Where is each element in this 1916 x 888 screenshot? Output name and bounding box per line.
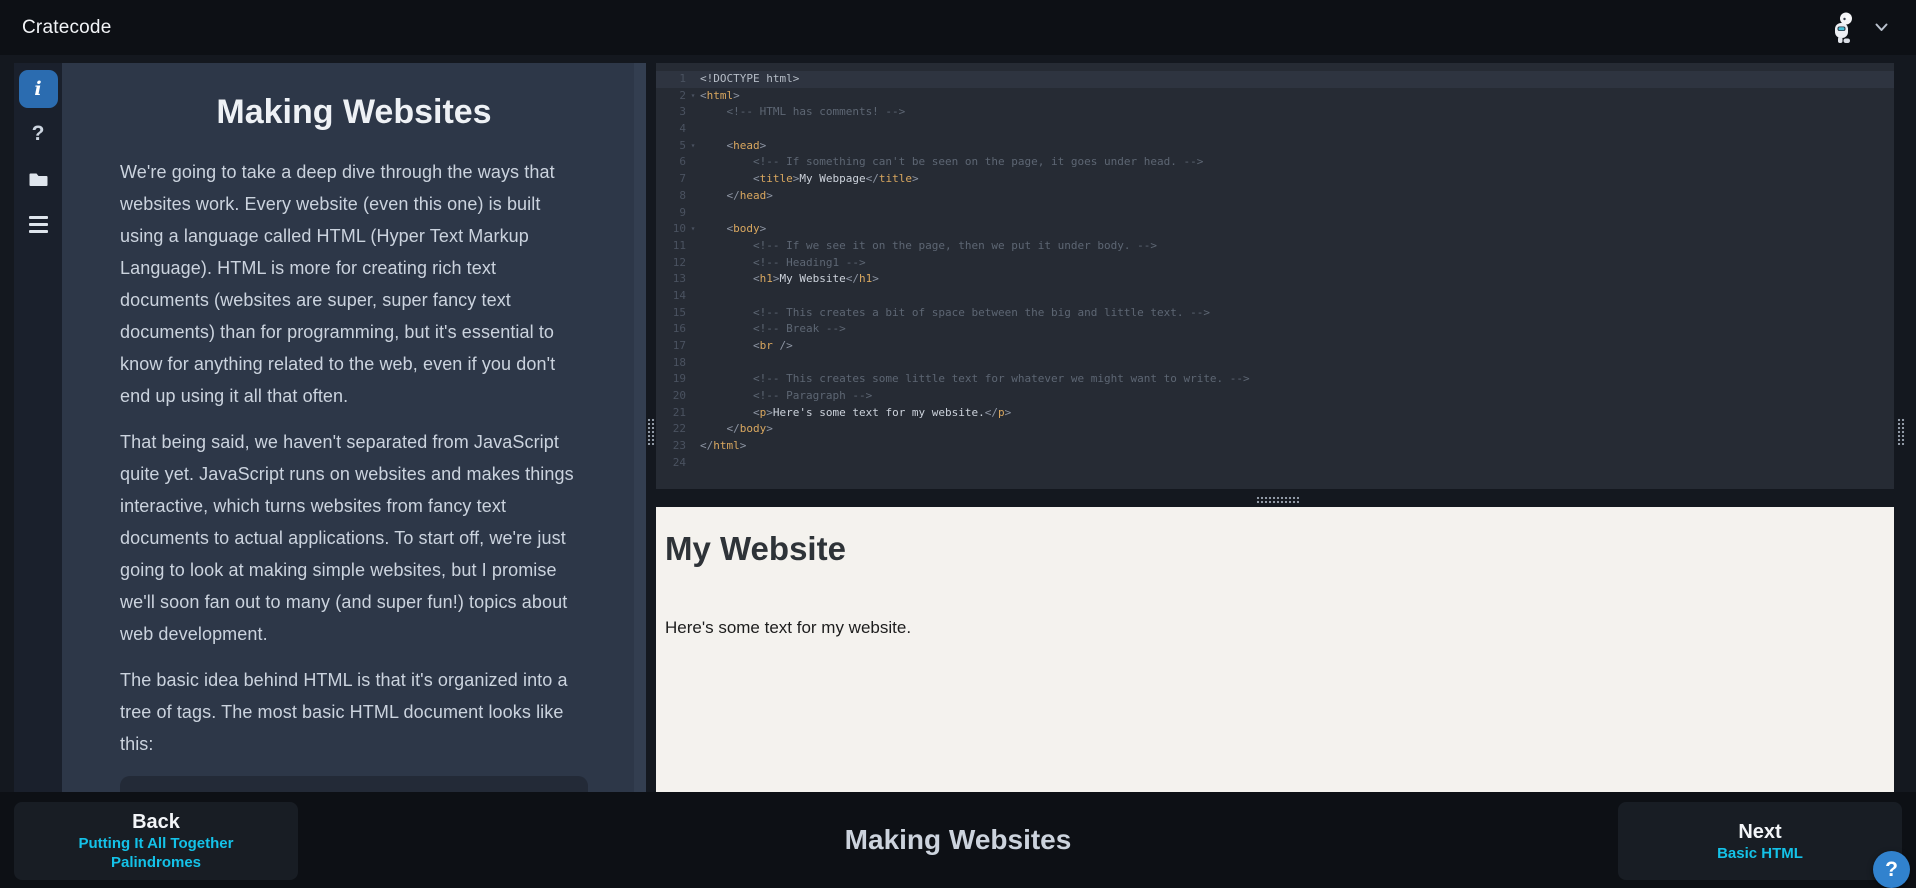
hamburger-menu-icon xyxy=(28,215,48,233)
help-button[interactable]: ? xyxy=(1873,851,1910,888)
fold-arrow-icon[interactable]: ▾ xyxy=(686,221,700,238)
lesson-code-block: <!DOCTYPE html> xyxy=(120,776,588,792)
code-line[interactable]: 17 <br /> xyxy=(656,338,1894,355)
question-mark-icon: ? xyxy=(31,122,45,145)
code-editor[interactable]: 1 <!DOCTYPE html> 2 ▾ <html> 3 <!-- HTML has … xyxy=(656,63,1894,489)
line-number: 17 xyxy=(672,339,686,352)
code-line[interactable]: 3 <!-- HTML has comments! --> xyxy=(656,104,1894,121)
back-label: Back xyxy=(132,811,180,833)
lesson-paragraph: The basic idea behind HTML is that it's … xyxy=(120,670,568,754)
lesson-title: Making Websites xyxy=(216,93,492,131)
line-number: 19 xyxy=(672,372,686,386)
user-avatar[interactable] xyxy=(1827,11,1859,45)
code-line[interactable]: 20 <!-- Paragraph --> xyxy=(656,388,1894,405)
top-navbar: Cratecode xyxy=(0,0,1916,55)
line-number: 11 xyxy=(672,238,686,252)
code-line[interactable]: 23 </html> xyxy=(656,438,1894,455)
line-number: 13 xyxy=(672,272,686,286)
chevron-down-icon[interactable] xyxy=(1875,23,1888,32)
line-number: 12 xyxy=(672,255,686,269)
sidebar-item-help[interactable]: ? xyxy=(19,115,58,153)
code-line[interactable]: 19 <!-- This creates some little text fo… xyxy=(656,371,1894,388)
line-number: 5 xyxy=(679,138,686,152)
next-link-lesson[interactable]: Basic HTML xyxy=(1717,845,1803,863)
panel-resize-grip-left[interactable] xyxy=(647,418,655,445)
line-number: 24 xyxy=(672,455,686,469)
code-line[interactable]: 22 </body> xyxy=(656,421,1894,438)
line-number: 23 xyxy=(672,439,686,453)
line-number: 21 xyxy=(672,405,686,419)
code-line[interactable]: 5 ▾ <head> xyxy=(656,138,1894,155)
lesson-paragraph: We're going to take a deep dive through … xyxy=(120,162,556,406)
sidebar-item-info[interactable]: i xyxy=(18,70,58,108)
code-line[interactable]: 6 <!-- If something can't be seen on the… xyxy=(656,154,1894,171)
line-number: 3 xyxy=(679,105,686,119)
lesson-scrollbar[interactable] xyxy=(634,63,646,792)
line-number: 9 xyxy=(679,205,686,219)
code-line[interactable]: 4 xyxy=(656,121,1894,138)
line-number: 8 xyxy=(679,188,686,202)
panel-resize-grip-right[interactable] xyxy=(1897,418,1905,445)
code-line[interactable]: 7 <title>My Webpage</title> xyxy=(656,171,1894,188)
code-line[interactable]: 13 <h1>My Website</h1> xyxy=(656,271,1894,288)
back-link-lesson[interactable]: Palindromes xyxy=(111,854,201,872)
robot-avatar-icon xyxy=(1835,12,1852,43)
line-number: 7 xyxy=(679,172,686,186)
code-line[interactable]: 11 <!-- If we see it on the page, then w… xyxy=(656,238,1894,255)
back-nav-card[interactable]: Back Putting It All Together Palindromes xyxy=(14,802,298,880)
code-line[interactable]: 1 <!DOCTYPE html> xyxy=(656,71,1894,88)
line-number: 22 xyxy=(672,422,686,436)
code-line[interactable]: 9 xyxy=(656,205,1894,222)
fold-arrow-icon[interactable]: ▾ xyxy=(686,88,700,105)
fold-arrow-icon[interactable]: ▾ xyxy=(686,138,700,155)
brand-logo[interactable]: Cratecode xyxy=(22,17,111,39)
info-icon: i xyxy=(34,78,42,100)
line-number: 16 xyxy=(672,322,686,336)
lesson-panel: Making Websites We're going to take a de… xyxy=(62,63,646,792)
bottom-navigation-bar: Back Putting It All Together Palindromes… xyxy=(0,792,1916,888)
next-nav-card[interactable]: Next Basic HTML xyxy=(1618,802,1902,880)
code-line[interactable]: 2 ▾ <html> xyxy=(656,88,1894,105)
line-number: 18 xyxy=(672,355,686,369)
line-number: 10 xyxy=(672,222,686,236)
line-number: 1 xyxy=(679,72,686,85)
code-line[interactable]: 8 </head> xyxy=(656,188,1894,205)
website-preview-pane: My Website Here's some text for my websi… xyxy=(656,507,1894,792)
line-number: 15 xyxy=(672,305,686,319)
code-line[interactable]: 10 ▾ <body> xyxy=(656,221,1894,238)
code-line[interactable]: 14 xyxy=(656,288,1894,305)
code-line[interactable]: 16 <!-- Break --> xyxy=(656,321,1894,338)
code-line[interactable]: 24 xyxy=(656,455,1894,472)
line-number: 20 xyxy=(672,389,686,403)
folder-icon xyxy=(29,173,47,186)
panel-resize-grip-horizontal[interactable] xyxy=(1256,496,1299,504)
code-line[interactable]: 15 <!-- This creates a bit of space betw… xyxy=(656,305,1894,322)
preview-heading: My Website xyxy=(665,530,846,567)
next-label: Next xyxy=(1738,820,1782,843)
code-line[interactable]: 18 xyxy=(656,355,1894,372)
lesson-paragraph: That being said, we haven't separated fr… xyxy=(120,432,574,644)
line-number: 6 xyxy=(679,155,686,169)
lesson-sidebar: i ? xyxy=(14,63,62,792)
code-line[interactable]: 21 <p>Here's some text for my website.</… xyxy=(656,405,1894,422)
line-number: 2 xyxy=(679,88,686,102)
line-number: 4 xyxy=(679,122,686,136)
line-number: 14 xyxy=(672,288,686,302)
preview-body-text: Here's some text for my website. xyxy=(665,618,912,637)
code-line[interactable]: 12 <!-- Heading1 --> xyxy=(656,255,1894,272)
sidebar-item-files[interactable] xyxy=(19,160,58,198)
sidebar-item-menu[interactable] xyxy=(19,205,58,243)
back-link-lesson[interactable]: Putting It All Together xyxy=(79,835,234,853)
